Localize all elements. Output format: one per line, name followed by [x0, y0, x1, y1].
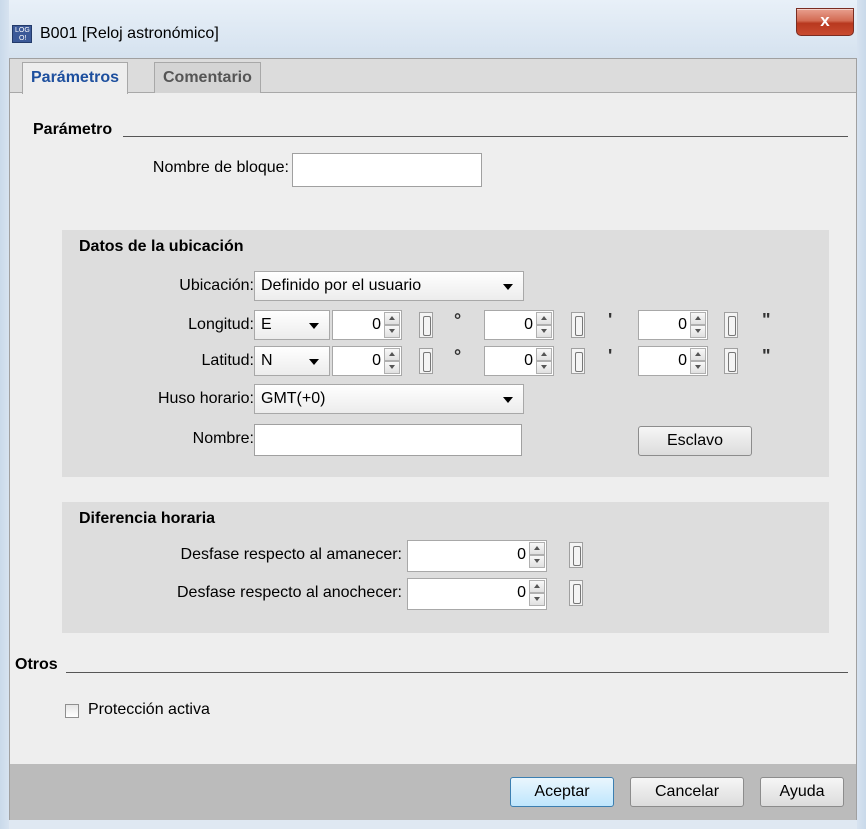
param-ref-icon[interactable]	[569, 580, 583, 606]
time-difference-group: Diferencia horaria Desfase respecto al a…	[62, 502, 829, 633]
minute-unit: '	[608, 310, 613, 330]
location-group: Datos de la ubicación Ubicación: Definid…	[62, 230, 829, 477]
timezone-select[interactable]: GMT(+0)	[254, 384, 524, 414]
degree-unit: °	[454, 346, 462, 366]
spinner-arrows-icon[interactable]	[536, 348, 552, 374]
protection-label: Protección activa	[88, 701, 210, 718]
sunrise-offset-value: 0	[517, 546, 526, 563]
chevron-down-icon	[309, 359, 319, 365]
latitude-minutes-value: 0	[524, 352, 533, 369]
sunrise-offset-spinner[interactable]: 0	[407, 540, 547, 572]
spinner-arrows-icon[interactable]	[690, 348, 706, 374]
location-group-title: Datos de la ubicación	[79, 238, 244, 255]
chevron-down-icon	[309, 323, 319, 329]
tab-strip: Parámetros Comentario	[10, 59, 856, 94]
spinner-arrows-icon[interactable]	[690, 312, 706, 338]
window-title: B001 [Reloj astronómico]	[40, 25, 219, 42]
parametro-section-divider	[123, 136, 848, 137]
longitude-label: Longitud:	[188, 316, 254, 333]
otros-section-title: Otros	[15, 656, 58, 673]
param-ref-icon[interactable]	[419, 312, 433, 338]
tab-comentario[interactable]: Comentario	[154, 62, 261, 93]
spinner-arrows-icon[interactable]	[529, 542, 545, 568]
dialog-window: LOG O! B001 [Reloj astronómico] x Parámet…	[0, 0, 866, 829]
sunrise-offset-label: Desfase respecto al amanecer:	[180, 546, 402, 563]
spinner-arrows-icon[interactable]	[384, 312, 400, 338]
longitude-minutes-value: 0	[524, 316, 533, 333]
second-unit: "	[762, 346, 771, 366]
location-select-value: Definido por el usuario	[261, 277, 422, 294]
param-ref-icon[interactable]	[571, 348, 585, 374]
block-name-label: Nombre de bloque:	[152, 159, 289, 176]
protection-checkbox[interactable]	[65, 704, 79, 718]
longitude-direction-select[interactable]: E	[254, 310, 330, 340]
window-border-right	[857, 0, 866, 829]
parametro-section-title: Parámetro	[33, 121, 113, 138]
longitude-minutes-spinner[interactable]: 0	[484, 310, 554, 340]
dialog-client-area: Parámetros Comentario Parámetro Nombre d…	[9, 58, 857, 820]
latitude-seconds-spinner[interactable]: 0	[638, 346, 708, 376]
location-name-label: Nombre:	[192, 430, 254, 447]
help-button[interactable]: Ayuda	[760, 777, 844, 807]
title-bar[interactable]: LOG O! B001 [Reloj astronómico] x	[0, 0, 866, 58]
param-ref-icon[interactable]	[419, 348, 433, 374]
longitude-degrees-spinner[interactable]: 0	[332, 310, 402, 340]
ok-button[interactable]: Aceptar	[510, 777, 614, 807]
block-name-input[interactable]	[292, 153, 482, 187]
location-label: Ubicación:	[179, 277, 254, 294]
longitude-seconds-spinner[interactable]: 0	[638, 310, 708, 340]
latitude-label: Latitud:	[201, 352, 254, 369]
sunset-offset-label: Desfase respecto al anochecer:	[176, 584, 402, 601]
latitude-seconds-value: 0	[678, 352, 687, 369]
chevron-down-icon	[503, 284, 513, 290]
param-ref-icon[interactable]	[724, 312, 738, 338]
degree-unit: °	[454, 310, 462, 330]
param-ref-icon[interactable]	[569, 542, 583, 568]
spinner-arrows-icon[interactable]	[384, 348, 400, 374]
slave-button[interactable]: Esclavo	[638, 426, 752, 456]
logo-icon: LOG O!	[12, 25, 32, 43]
param-ref-icon[interactable]	[724, 348, 738, 374]
latitude-degrees-value: 0	[372, 352, 381, 369]
sunset-offset-value: 0	[517, 584, 526, 601]
location-name-input[interactable]	[254, 424, 522, 456]
location-select[interactable]: Definido por el usuario	[254, 271, 524, 301]
spinner-arrows-icon[interactable]	[536, 312, 552, 338]
otros-section-divider	[66, 672, 848, 673]
longitude-direction-value: E	[261, 316, 272, 333]
longitude-seconds-value: 0	[678, 316, 687, 333]
second-unit: "	[762, 310, 771, 330]
timezone-select-value: GMT(+0)	[261, 390, 326, 407]
minute-unit: '	[608, 346, 613, 366]
latitude-minutes-spinner[interactable]: 0	[484, 346, 554, 376]
latitude-direction-select[interactable]: N	[254, 346, 330, 376]
close-button[interactable]: x	[796, 8, 854, 36]
latitude-direction-value: N	[261, 352, 273, 369]
time-difference-group-title: Diferencia horaria	[79, 510, 216, 527]
latitude-degrees-spinner[interactable]: 0	[332, 346, 402, 376]
window-border-left	[0, 0, 9, 829]
param-ref-icon[interactable]	[571, 312, 585, 338]
longitude-degrees-value: 0	[372, 316, 381, 333]
dialog-footer: Aceptar Cancelar Ayuda	[10, 764, 856, 820]
spinner-arrows-icon[interactable]	[529, 580, 545, 606]
timezone-label: Huso horario:	[157, 390, 254, 407]
cancel-button[interactable]: Cancelar	[630, 777, 744, 807]
sunset-offset-spinner[interactable]: 0	[407, 578, 547, 610]
chevron-down-icon	[503, 397, 513, 403]
tab-parametros[interactable]: Parámetros	[22, 62, 129, 94]
